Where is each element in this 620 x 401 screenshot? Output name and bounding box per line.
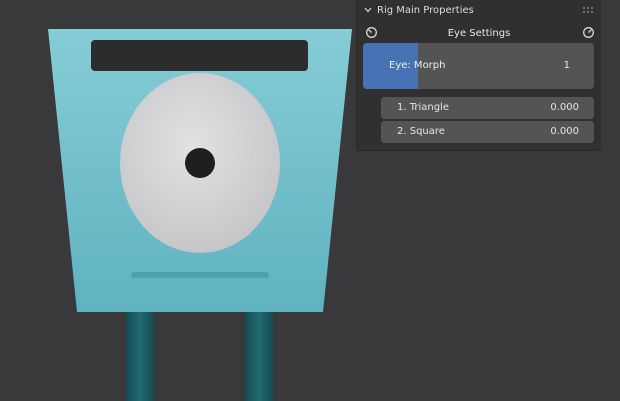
square-field[interactable]: 2. Square 0.000 [381,121,594,143]
chevron-down-icon[interactable] [363,5,373,15]
section-title: Eye Settings [447,27,511,39]
eye-morph-slider[interactable]: Eye: Morph 1 [363,43,594,89]
panel-title: Rig Main Properties [377,4,474,16]
left-leg [126,308,154,401]
field-label: 1. Triangle [397,102,449,113]
triangle-field[interactable]: 1. Triangle 0.000 [381,97,594,119]
slider-label: Eye: Morph [389,60,446,71]
drag-handle-icon[interactable] [583,6,593,14]
field-label: 2. Square [397,126,445,137]
reset-icon[interactable] [582,26,595,39]
mouth [131,272,269,278]
rig-properties-panel: Rig Main Properties Eye Settings Eye: Mo… [356,0,601,151]
right-leg [245,308,273,401]
reset-icon[interactable] [365,26,378,39]
panel-header[interactable]: Rig Main Properties [357,0,601,20]
eye-settings-header: Eye Settings [363,24,595,42]
field-value: 0.000 [550,102,579,113]
slider-value: 1 [563,60,570,71]
brow-bar [91,40,308,71]
3d-viewport[interactable]: Rig Main Properties Eye Settings Eye: Mo… [0,0,620,401]
field-value: 0.000 [550,126,579,137]
eye-pupil [185,148,215,178]
